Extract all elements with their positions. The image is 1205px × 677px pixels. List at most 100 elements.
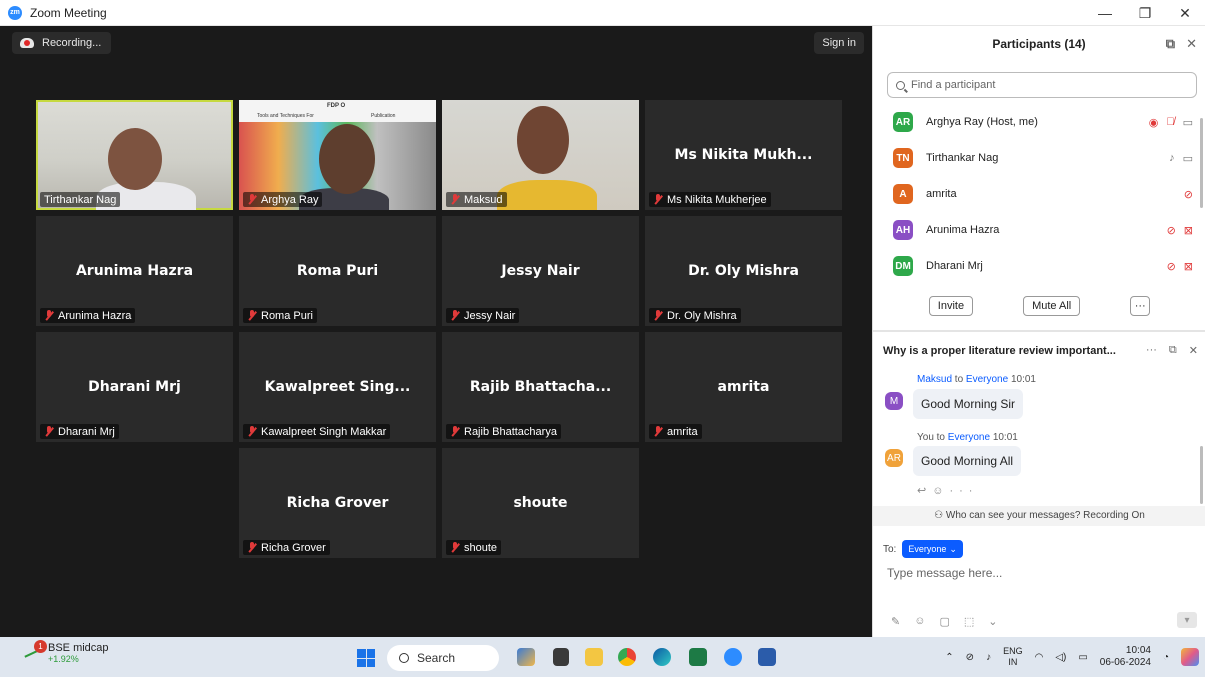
video-tile[interactable]: Dharani Mrj Dharani Mrj bbox=[36, 332, 233, 442]
reply-icon[interactable]: ↩ bbox=[917, 485, 932, 497]
close-window-button[interactable]: ✕ bbox=[1165, 0, 1205, 26]
camera-off-icon[interactable]: ⊠ bbox=[1184, 260, 1193, 273]
recipient-dropdown[interactable]: Everyone ⌄ bbox=[902, 540, 963, 558]
mic-muted-icon[interactable]: ⊘ bbox=[1167, 260, 1176, 273]
close-panel-icon[interactable]: ✕ bbox=[1186, 36, 1197, 52]
video-tile[interactable]: shoute shoute bbox=[442, 448, 639, 558]
people-icon: ⚇ bbox=[934, 510, 944, 521]
search-icon bbox=[399, 653, 409, 663]
mic-muted-icon bbox=[450, 310, 460, 321]
participant-row[interactable]: TN Tirthankar Nag ♪ ▭ bbox=[873, 140, 1205, 176]
copilot-icon[interactable] bbox=[1181, 648, 1199, 666]
more-icon[interactable]: ··· bbox=[949, 485, 978, 497]
camera-icon[interactable]: ▭ bbox=[1183, 152, 1193, 165]
tile-center-name: Jessy Nair bbox=[501, 263, 580, 279]
send-button[interactable]: ▾ bbox=[1177, 612, 1197, 628]
minimize-button[interactable]: — bbox=[1085, 0, 1125, 26]
sign-in-button[interactable]: Sign in bbox=[814, 32, 864, 54]
file-explorer-icon[interactable] bbox=[585, 648, 603, 666]
more-options-button[interactable]: ··· bbox=[1130, 296, 1151, 316]
chevron-up-icon[interactable]: ⌃ bbox=[945, 652, 953, 663]
chat-title: Why is a proper literature review import… bbox=[883, 344, 1116, 357]
language-indicator[interactable]: ENG IN bbox=[1003, 646, 1023, 668]
chat-scrollbar[interactable] bbox=[1200, 446, 1203, 504]
participant-scrollbar[interactable] bbox=[1200, 118, 1203, 208]
video-tile[interactable]: Arunima Hazra Arunima Hazra bbox=[36, 216, 233, 326]
tile-name-label: Tirthankar Nag bbox=[40, 192, 121, 207]
search-placeholder: Find a participant bbox=[911, 79, 996, 91]
chrome-icon[interactable] bbox=[618, 648, 636, 666]
pop-out-icon[interactable]: ⧉ bbox=[1169, 344, 1177, 357]
message-visibility-note[interactable]: ⚇ Who can see your messages? Recording O… bbox=[873, 506, 1205, 526]
participant-search-input[interactable]: Find a participant bbox=[887, 72, 1197, 98]
camera-off-icon[interactable]: ⊠ bbox=[1184, 224, 1193, 237]
mic-muted-icon[interactable]: ⊘ bbox=[1184, 188, 1193, 201]
volume-icon[interactable]: ◁) bbox=[1055, 652, 1066, 663]
chevron-down-icon: ⌄ bbox=[949, 543, 957, 554]
recording-indicator[interactable]: Recording... bbox=[12, 32, 112, 54]
mic-icon[interactable]: ♪ bbox=[1169, 152, 1175, 165]
pop-out-icon[interactable]: ⧉ bbox=[1166, 36, 1175, 52]
emoji-icon[interactable]: ☺ bbox=[932, 485, 949, 497]
wifi-icon[interactable]: ◠ bbox=[1035, 652, 1044, 663]
mic-muted-icon[interactable]: ⊘ bbox=[1167, 224, 1176, 237]
participant-row[interactable]: AH Arunima Hazra ⊘ ⊠ bbox=[873, 212, 1205, 248]
mic-muted-icon bbox=[44, 310, 54, 321]
stock-widget[interactable]: 1 BSE midcap +1.92% bbox=[24, 640, 109, 664]
camera-icon[interactable]: ▭ bbox=[1183, 116, 1193, 129]
emoji-icon[interactable]: ☺ bbox=[914, 615, 925, 628]
widgets-app-icon[interactable] bbox=[517, 648, 535, 666]
video-tile[interactable]: Richa Grover Richa Grover bbox=[239, 448, 436, 558]
windows-start-icon[interactable] bbox=[357, 649, 375, 667]
participant-list: AR Arghya Ray (Host, me) ◉ 🎙̸ ▭ TN Tirthan… bbox=[873, 104, 1205, 284]
participant-row[interactable]: AR Arghya Ray (Host, me) ◉ 🎙̸ ▭ bbox=[873, 104, 1205, 140]
screenshot-icon[interactable]: ⬚ bbox=[964, 615, 974, 628]
tile-center-name: shoute bbox=[513, 495, 568, 511]
tile-name-label: amrita bbox=[649, 424, 702, 439]
zoom-app-icon[interactable] bbox=[724, 648, 742, 666]
file-icon[interactable]: ▢ bbox=[939, 615, 949, 628]
mic-icon[interactable]: ♪ bbox=[986, 652, 991, 663]
stock-change: +1.92% bbox=[48, 654, 79, 664]
tile-center-name: Dharani Mrj bbox=[88, 379, 181, 395]
location-off-icon[interactable]: ⊘ bbox=[966, 652, 974, 663]
video-tile[interactable]: Ms Nikita Mukh... Ms Nikita Mukherjee bbox=[645, 100, 842, 210]
mic-muted-icon[interactable]: 🎙̸ bbox=[1166, 116, 1174, 129]
chat-header: Why is a proper literature review import… bbox=[883, 344, 1198, 357]
more-icon[interactable]: ··· bbox=[1146, 344, 1157, 357]
participant-row[interactable]: DM Dharani Mrj ⊘ ⊠ bbox=[873, 248, 1205, 284]
battery-icon[interactable]: ▭ bbox=[1078, 652, 1087, 663]
video-tile[interactable]: Kawalpreet Sing... Kawalpreet Singh Makk… bbox=[239, 332, 436, 442]
word-icon[interactable] bbox=[758, 648, 776, 666]
chat-message[interactable]: Good Morning Sir bbox=[913, 389, 1024, 419]
video-tile[interactable]: Roma Puri Roma Puri bbox=[239, 216, 436, 326]
recipient-row: To: Everyone ⌄ bbox=[883, 540, 963, 558]
taskbar-search[interactable]: Search bbox=[387, 645, 499, 671]
mute-all-button[interactable]: Mute All bbox=[1023, 296, 1081, 316]
recording-dot-icon: ◉ bbox=[1148, 116, 1159, 129]
tile-name-label: shoute bbox=[446, 540, 502, 555]
chat-message[interactable]: Good Morning All bbox=[913, 446, 1022, 476]
avatar: DM bbox=[893, 256, 913, 276]
recording-label: Recording... bbox=[42, 37, 102, 49]
close-chat-icon[interactable]: ✕ bbox=[1189, 344, 1198, 357]
video-tile[interactable]: Rajib Bhattacha... Rajib Bhattacharya bbox=[442, 332, 639, 442]
notification-bell-icon[interactable]: ◔ bbox=[1163, 652, 1169, 663]
video-tile[interactable]: FDP O Tools and Techniques For Publicati… bbox=[239, 100, 436, 210]
video-tile[interactable]: Tirthankar Nag bbox=[36, 100, 233, 210]
video-tile[interactable]: Jessy Nair Jessy Nair bbox=[442, 216, 639, 326]
video-tile[interactable]: amrita amrita bbox=[645, 332, 842, 442]
format-icon[interactable]: ✎ bbox=[891, 615, 900, 628]
video-tile[interactable]: Dr. Oly Mishra Dr. Oly Mishra bbox=[645, 216, 842, 326]
edge-icon[interactable] bbox=[653, 648, 671, 666]
chat-input[interactable]: Type message here... bbox=[887, 566, 1002, 580]
tile-center-name: Ms Nikita Mukh... bbox=[674, 147, 813, 163]
chevron-down-icon[interactable]: ⌄ bbox=[988, 615, 997, 628]
participant-row[interactable]: A amrita ⊘ bbox=[873, 176, 1205, 212]
restore-button[interactable]: ❐ bbox=[1125, 0, 1165, 26]
clock[interactable]: 10:04 06-06-2024 bbox=[1100, 645, 1151, 669]
excel-icon[interactable] bbox=[689, 648, 707, 666]
task-view-icon[interactable] bbox=[553, 648, 569, 666]
video-tile[interactable]: Maksud bbox=[442, 100, 639, 210]
invite-button[interactable]: Invite bbox=[928, 296, 974, 316]
